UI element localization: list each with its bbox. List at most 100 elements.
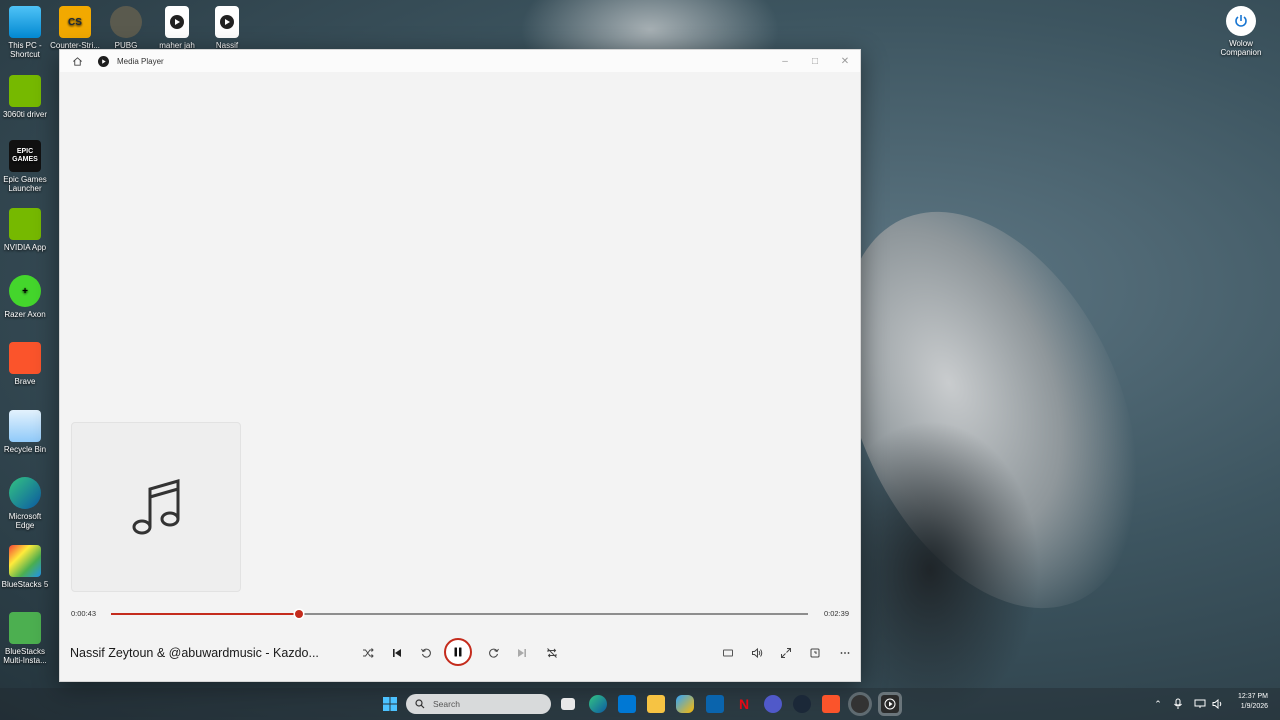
brave-taskbar-icon[interactable]	[822, 695, 840, 713]
copilot-icon[interactable]	[676, 695, 694, 713]
pause-button[interactable]	[444, 638, 472, 666]
more-options-button[interactable]	[835, 643, 855, 663]
desktop-icon-label: Recycle Bin	[3, 445, 47, 454]
desktop-icon-maher-jah[interactable]: maher jah	[152, 6, 202, 50]
taskbar-search[interactable]: Search	[406, 694, 551, 714]
playback-controls: Nassif Zeytoun & @abuwardmusic - Kazdo..…	[60, 638, 860, 668]
desktop-icon-3060ti-driver[interactable]: 3060ti driver	[0, 75, 50, 119]
desktop-icon-this-pc[interactable]: This PC - Shortcut	[0, 6, 50, 59]
shuffle-button[interactable]	[358, 643, 378, 663]
desktop-icon-epic-games[interactable]: EPIC GAMES Epic Games Launcher	[0, 140, 50, 193]
desktop-icon-label: Microsoft Edge	[8, 512, 42, 530]
next-icon	[518, 649, 526, 657]
taskbar: Search N ⌃ 12:37 PM 1/9/2026	[0, 688, 1280, 720]
desktop-icon-label: Epic Games Launcher	[3, 175, 47, 193]
file-explorer-icon[interactable]	[647, 695, 665, 713]
mini-player-icon	[723, 649, 733, 657]
nvidia-icon	[9, 75, 41, 107]
seek-bar-thumb[interactable]	[295, 610, 304, 618]
minimize-button[interactable]: –	[770, 50, 800, 72]
github-desktop-icon[interactable]	[851, 695, 869, 713]
desktop-icon-label: 3060ti driver	[2, 110, 48, 119]
seek-bar[interactable]	[111, 610, 808, 618]
desktop-icon-razer-axon[interactable]: + Razer Axon	[0, 275, 50, 319]
desktop-icon-brave[interactable]: Brave	[0, 342, 50, 386]
bluestacks-multi-icon	[9, 612, 41, 644]
this-pc-icon	[9, 6, 41, 38]
skip-back-10-icon	[421, 648, 431, 658]
store-icon[interactable]	[618, 695, 636, 713]
desktop-icon-label: Brave	[14, 377, 36, 386]
media-file-icon	[215, 6, 239, 38]
recycle-bin-icon	[9, 410, 41, 442]
mini-player-button[interactable]	[718, 643, 738, 663]
network-icon[interactable]	[1194, 695, 1206, 713]
desktop-icon-pubg[interactable]: PUBG	[101, 6, 151, 50]
razer-axon-icon: +	[9, 275, 41, 307]
desktop-icon-wolow-companion[interactable]: Wolow Companion	[1215, 6, 1267, 57]
desktop-icon-counter-strike[interactable]: CS Counter-Stri...	[50, 6, 100, 50]
clock-date: 1/9/2026	[1240, 703, 1268, 710]
repeat-off-icon	[547, 648, 557, 658]
seek-bar-played	[111, 613, 300, 615]
now-playing-title: Nassif Zeytoun & @abuwardmusic - Kazdo..…	[70, 646, 319, 660]
bluestacks-icon	[9, 545, 41, 577]
task-view-icon[interactable]	[561, 698, 575, 710]
shuffle-icon	[363, 648, 374, 658]
volume-button[interactable]	[747, 643, 767, 663]
total-time: 0:02:39	[823, 609, 849, 618]
search-icon	[415, 699, 425, 709]
home-icon[interactable]	[70, 54, 84, 68]
music-note-icon	[132, 479, 180, 535]
window-title: Media Player	[117, 56, 164, 66]
media-file-icon	[165, 6, 189, 38]
desktop-icon-nassif[interactable]: Nassif	[202, 6, 252, 50]
fullscreen-button[interactable]	[776, 643, 796, 663]
edge-taskbar-icon[interactable]	[589, 695, 607, 713]
clock-time: 12:37 PM	[1238, 693, 1268, 700]
seek-bar-row: 0:00:43 0:02:39	[60, 607, 860, 621]
cast-button[interactable]	[805, 643, 825, 663]
desktop-icon-label: BlueStacks Multi-Insta...	[3, 647, 47, 665]
teams-icon[interactable]	[764, 695, 782, 713]
close-button[interactable]: ✕	[830, 50, 860, 72]
power-icon	[1226, 6, 1256, 36]
desktop-icon-label: NVIDIA App	[3, 243, 47, 252]
steam-icon[interactable]	[793, 695, 811, 713]
skip-forward-button[interactable]	[484, 643, 504, 663]
nvidia-icon	[9, 208, 41, 240]
chevron-up-icon[interactable]: ⌃	[1152, 695, 1164, 713]
desktop-icon-recycle-bin[interactable]: Recycle Bin	[0, 410, 50, 454]
pause-icon	[454, 647, 462, 657]
search-placeholder: Search	[433, 699, 460, 709]
brave-icon	[9, 342, 41, 374]
previous-icon	[393, 649, 401, 657]
counter-strike-icon: CS	[59, 6, 91, 38]
title-bar[interactable]: Media Player – □ ✕	[60, 50, 860, 72]
maximize-button[interactable]: □	[800, 50, 830, 72]
volume-icon	[752, 647, 763, 659]
start-button[interactable]	[381, 695, 399, 713]
media-player-window: Media Player – □ ✕ 0:00:43 0:02:39 Nassi…	[59, 49, 861, 682]
desktop-icon-nvidia-app[interactable]: NVIDIA App	[0, 208, 50, 252]
more-options-icon	[840, 652, 850, 654]
skip-forward-30-icon	[489, 648, 499, 658]
previous-button[interactable]	[387, 643, 407, 663]
desktop-icon-bluestacks[interactable]: BlueStacks 5	[0, 545, 50, 589]
desktop-icon-bluestacks-multi[interactable]: BlueStacks Multi-Insta...	[0, 612, 50, 665]
repeat-button[interactable]	[542, 643, 562, 663]
next-button[interactable]	[512, 643, 532, 663]
desktop-icon-label: This PC - Shortcut	[8, 41, 42, 59]
edge-icon	[9, 477, 41, 509]
skip-back-button[interactable]	[416, 643, 436, 663]
epic-games-icon: EPIC GAMES	[9, 140, 41, 172]
microphone-icon[interactable]	[1172, 695, 1184, 713]
current-time: 0:00:43	[71, 609, 97, 618]
outlook-icon[interactable]	[706, 695, 724, 713]
media-player-taskbar-icon[interactable]	[881, 695, 899, 713]
netflix-icon[interactable]: N	[735, 695, 753, 713]
system-clock[interactable]: 12:37 PM 1/9/2026	[1238, 692, 1268, 712]
album-art	[71, 422, 241, 592]
speaker-icon[interactable]	[1212, 695, 1224, 713]
desktop-icon-edge[interactable]: Microsoft Edge	[0, 477, 50, 530]
